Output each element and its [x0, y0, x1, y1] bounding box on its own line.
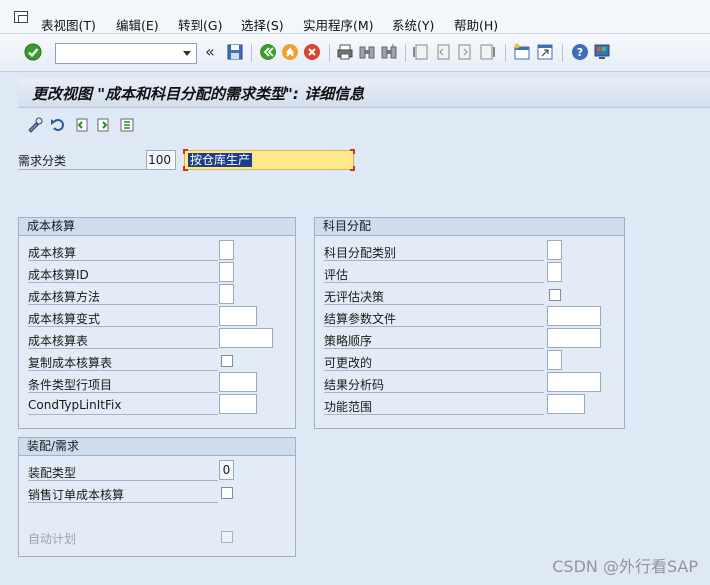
settlement-profile-field[interactable]	[547, 306, 601, 326]
menu-select[interactable]: 选择(S)	[241, 15, 284, 34]
focus-corner	[350, 149, 355, 154]
account-assignment-group-title: 科目分配	[315, 218, 624, 236]
condition-type-line-item-field[interactable]	[219, 372, 257, 392]
no-valuation-decision-checkbox[interactable]	[549, 289, 561, 301]
last-page-icon[interactable]	[478, 43, 496, 61]
costing-sheet-label: 成本核算表	[28, 332, 218, 349]
requirement-class-description-field[interactable]: 按仓库生产	[183, 149, 355, 171]
menu-utilities[interactable]: 实用程序(M)	[303, 15, 374, 34]
costing-variant-label: 成本核算变式	[28, 310, 218, 327]
copy-costing-sheet-checkbox[interactable]	[221, 355, 233, 367]
page-title: 更改视图 "成本和科目分配的需求类型": 详细信息	[32, 85, 365, 103]
back-icon[interactable]	[259, 43, 277, 61]
menu-edit[interactable]: 编辑(E)	[116, 15, 159, 34]
display-change-icon[interactable]	[27, 117, 43, 133]
functional-area-field[interactable]	[547, 394, 585, 414]
toolbar-separator	[505, 44, 506, 62]
results-analysis-key-label: 结果分析码	[324, 376, 544, 393]
sales-order-costing-checkbox[interactable]	[221, 487, 233, 499]
menu-table-view[interactable]: 表视图(T)	[41, 15, 96, 34]
acct-assignment-category-label: 科目分配类别	[324, 244, 544, 261]
customize-layout-icon[interactable]	[593, 43, 611, 61]
costing-id-label: 成本核算ID	[28, 266, 218, 283]
menu-goto[interactable]: 转到(G)	[178, 15, 222, 34]
no-valuation-decision-label: 无评估决策	[324, 288, 544, 305]
focus-corner	[183, 166, 188, 171]
find-next-icon[interactable]	[380, 43, 398, 61]
toolbar-separator	[562, 44, 563, 62]
chevron-down-icon[interactable]	[183, 51, 191, 56]
copy-costing-sheet-label: 复制成本核算表	[28, 354, 218, 371]
menu-bar: 表视图(T) 编辑(E) 转到(G) 选择(S) 实用程序(M) 系统(Y) 帮…	[0, 0, 710, 34]
next-entry-icon[interactable]	[96, 117, 112, 133]
find-icon[interactable]	[358, 43, 376, 61]
strategy-sequence-label: 策略顺序	[324, 332, 544, 349]
costing-method-label: 成本核算方法	[28, 288, 218, 305]
next-page-icon[interactable]	[456, 43, 474, 61]
toolbar-separator	[405, 44, 406, 62]
standard-toolbar: « ?	[0, 34, 710, 72]
command-field[interactable]	[55, 43, 197, 64]
exit-icon[interactable]	[281, 43, 299, 61]
costing-variant-field[interactable]	[219, 306, 257, 326]
functional-area-label: 功能范围	[324, 398, 544, 415]
costing-group: 成本核算 成本核算 成本核算ID 成本核算方法 成本核算变式 成本核算表 复制成…	[18, 217, 296, 429]
sales-order-costing-label: 销售订单成本核算	[28, 486, 218, 503]
help-icon[interactable]: ?	[571, 43, 589, 61]
cond-typ-lin-it-fix-field[interactable]	[219, 394, 257, 414]
undo-icon[interactable]	[50, 117, 66, 133]
menu-help[interactable]: 帮助(H)	[454, 15, 498, 34]
screen-title-bar: 更改视图 "成本和科目分配的需求类型": 详细信息	[18, 78, 710, 108]
watermark: CSDN @外行看SAP	[552, 557, 698, 576]
assembly-requirement-group-title: 装配/需求	[19, 438, 295, 456]
print-icon[interactable]	[336, 43, 354, 61]
window-menu-icon[interactable]	[14, 11, 28, 23]
assembly-type-label: 装配类型	[28, 464, 218, 481]
enter-check-icon[interactable]	[24, 43, 42, 61]
save-icon[interactable]	[226, 43, 244, 61]
valuation-field[interactable]	[547, 262, 562, 282]
requirement-class-description: 按仓库生产	[188, 153, 253, 167]
results-analysis-key-field[interactable]	[547, 372, 601, 392]
assembly-requirement-group: 装配/需求 装配类型 0 销售订单成本核算 自动计划	[18, 437, 296, 557]
costing-label: 成本核算	[28, 244, 218, 261]
costing-id-field[interactable]	[219, 262, 234, 282]
shortcut-icon[interactable]	[536, 43, 554, 61]
toolbar-separator	[329, 44, 330, 62]
costing-sheet-field[interactable]	[219, 328, 273, 348]
select-block-icon[interactable]	[119, 117, 135, 133]
assembly-type-field[interactable]: 0	[219, 460, 234, 480]
first-page-icon[interactable]	[412, 43, 430, 61]
strategy-sequence-field[interactable]	[547, 328, 601, 348]
changeable-field[interactable]	[547, 350, 562, 370]
toolbar-separator	[251, 44, 252, 62]
cond-typ-lin-it-fix-label: CondTypLinItFix	[28, 398, 218, 415]
account-assignment-group: 科目分配 科目分配类别 评估 无评估决策 结算参数文件 策略顺序 可更改的 结果…	[314, 217, 625, 429]
requirement-class-field[interactable]: 100	[146, 150, 176, 170]
valuation-label: 评估	[324, 266, 544, 283]
svg-text:?: ?	[577, 46, 583, 59]
auto-planning-label: 自动计划	[28, 532, 77, 546]
previous-entry-icon[interactable]	[73, 117, 89, 133]
focus-corner	[183, 149, 188, 154]
costing-field[interactable]	[219, 240, 234, 260]
cancel-icon[interactable]	[303, 43, 321, 61]
new-session-icon[interactable]	[513, 43, 531, 61]
costing-method-field[interactable]	[219, 284, 234, 304]
costing-group-title: 成本核算	[19, 218, 295, 236]
previous-page-icon[interactable]	[434, 43, 452, 61]
acct-assignment-category-field[interactable]	[547, 240, 562, 260]
menu-system[interactable]: 系统(Y)	[392, 15, 434, 34]
collapse-arrows-icon[interactable]: «	[205, 42, 215, 61]
auto-planning-checkbox	[221, 531, 233, 543]
settlement-profile-label: 结算参数文件	[324, 310, 544, 327]
changeable-label: 可更改的	[324, 354, 544, 371]
focus-corner	[350, 166, 355, 171]
condition-type-line-item-label: 条件类型行项目	[28, 376, 218, 393]
command-input[interactable]	[56, 44, 176, 63]
application-toolbar	[18, 110, 710, 140]
